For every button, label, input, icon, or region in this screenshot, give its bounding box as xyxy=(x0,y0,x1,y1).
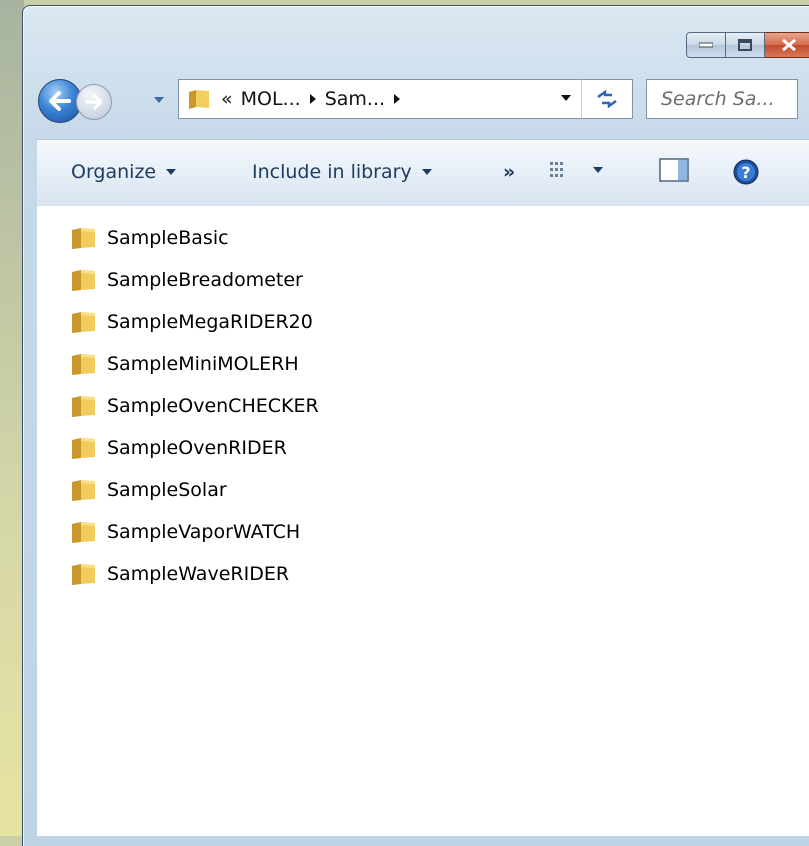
file-name: SampleOvenCHECKER xyxy=(107,395,319,417)
help-button[interactable]: ? xyxy=(732,158,760,186)
folder-icon xyxy=(72,438,95,459)
file-name: SampleSolar xyxy=(107,479,227,501)
search-input[interactable]: Search Sa... xyxy=(646,79,798,119)
chevron-down-icon xyxy=(166,169,177,175)
list-item[interactable]: SampleMiniMOLERH xyxy=(71,351,299,377)
close-icon xyxy=(781,38,796,52)
help-icon: ? xyxy=(733,159,759,185)
file-name: SampleBreadometer xyxy=(107,269,303,291)
organize-menu[interactable]: Organize xyxy=(71,161,177,183)
file-name: SampleWaveRIDER xyxy=(107,563,290,585)
more-commands-label: » xyxy=(503,161,516,183)
chevron-down-icon xyxy=(421,169,432,175)
arrow-left-icon xyxy=(49,91,71,111)
list-item[interactable]: SampleOvenRIDER xyxy=(71,435,287,461)
organize-label: Organize xyxy=(71,161,157,183)
file-name: SampleOvenRIDER xyxy=(107,437,287,459)
chevron-right-icon[interactable] xyxy=(309,93,317,105)
list-item[interactable]: SampleSolar xyxy=(71,477,227,503)
chevron-down-icon xyxy=(593,167,603,173)
svg-text:?: ? xyxy=(741,163,750,182)
folder-icon xyxy=(189,90,209,109)
folder-icon xyxy=(72,354,95,375)
search-placeholder: Search Sa... xyxy=(661,88,775,110)
folder-icon xyxy=(72,564,95,585)
address-bar[interactable]: « MOL... Sam... xyxy=(178,79,583,119)
folder-icon xyxy=(72,522,95,543)
caption-buttons xyxy=(686,32,809,60)
file-name: SampleVaporWATCH xyxy=(107,521,301,543)
command-bar: Organize Include in library » ? xyxy=(37,139,809,207)
list-item[interactable]: SampleOvenCHECKER xyxy=(71,393,319,419)
file-name: SampleMegaRIDER20 xyxy=(107,311,313,333)
refresh-icon xyxy=(597,90,617,108)
more-commands-button[interactable]: » xyxy=(503,161,515,183)
maximize-icon xyxy=(738,39,752,51)
include-in-library-menu[interactable]: Include in library xyxy=(252,161,432,183)
close-button[interactable] xyxy=(765,32,809,58)
views-button[interactable] xyxy=(549,161,603,179)
minimize-button[interactable] xyxy=(686,32,726,58)
list-item[interactable]: SampleBasic xyxy=(71,225,229,251)
list-item[interactable]: SampleBreadometer xyxy=(71,267,303,293)
breadcrumb-item-sam[interactable]: Sam... xyxy=(325,88,385,110)
minimize-icon xyxy=(699,42,713,48)
list-item[interactable]: SampleVaporWATCH xyxy=(71,519,300,545)
file-name: SampleMiniMOLERH xyxy=(107,353,299,375)
arrow-right-icon xyxy=(85,94,103,110)
preview-pane-icon xyxy=(659,158,689,182)
folder-icon xyxy=(72,228,95,249)
views-icon xyxy=(550,162,563,177)
folder-icon xyxy=(72,396,95,417)
folder-icon xyxy=(72,312,95,333)
file-name: SampleBasic xyxy=(107,227,229,249)
desktop-background xyxy=(0,0,24,836)
folder-icon xyxy=(72,270,95,291)
chevron-down-icon xyxy=(154,97,164,103)
refresh-button[interactable] xyxy=(581,79,633,119)
preview-pane-button[interactable] xyxy=(659,157,689,183)
address-dropdown-icon[interactable] xyxy=(560,94,572,102)
maximize-button[interactable] xyxy=(726,32,765,58)
breadcrumb-item-mol[interactable]: MOL... xyxy=(241,88,301,110)
folder-icon xyxy=(72,480,95,501)
breadcrumb: « MOL... Sam... xyxy=(221,88,401,110)
include-in-library-label: Include in library xyxy=(252,161,412,183)
recent-pages-button[interactable] xyxy=(152,94,166,106)
forward-button[interactable] xyxy=(76,84,112,120)
breadcrumb-overflow[interactable]: « xyxy=(221,88,233,110)
list-item[interactable]: SampleMegaRIDER20 xyxy=(71,309,313,335)
list-item[interactable]: SampleWaveRIDER xyxy=(71,561,289,587)
file-list: SampleBasic SampleBreadometer SampleMega… xyxy=(37,206,809,836)
chevron-right-icon[interactable] xyxy=(393,93,401,105)
